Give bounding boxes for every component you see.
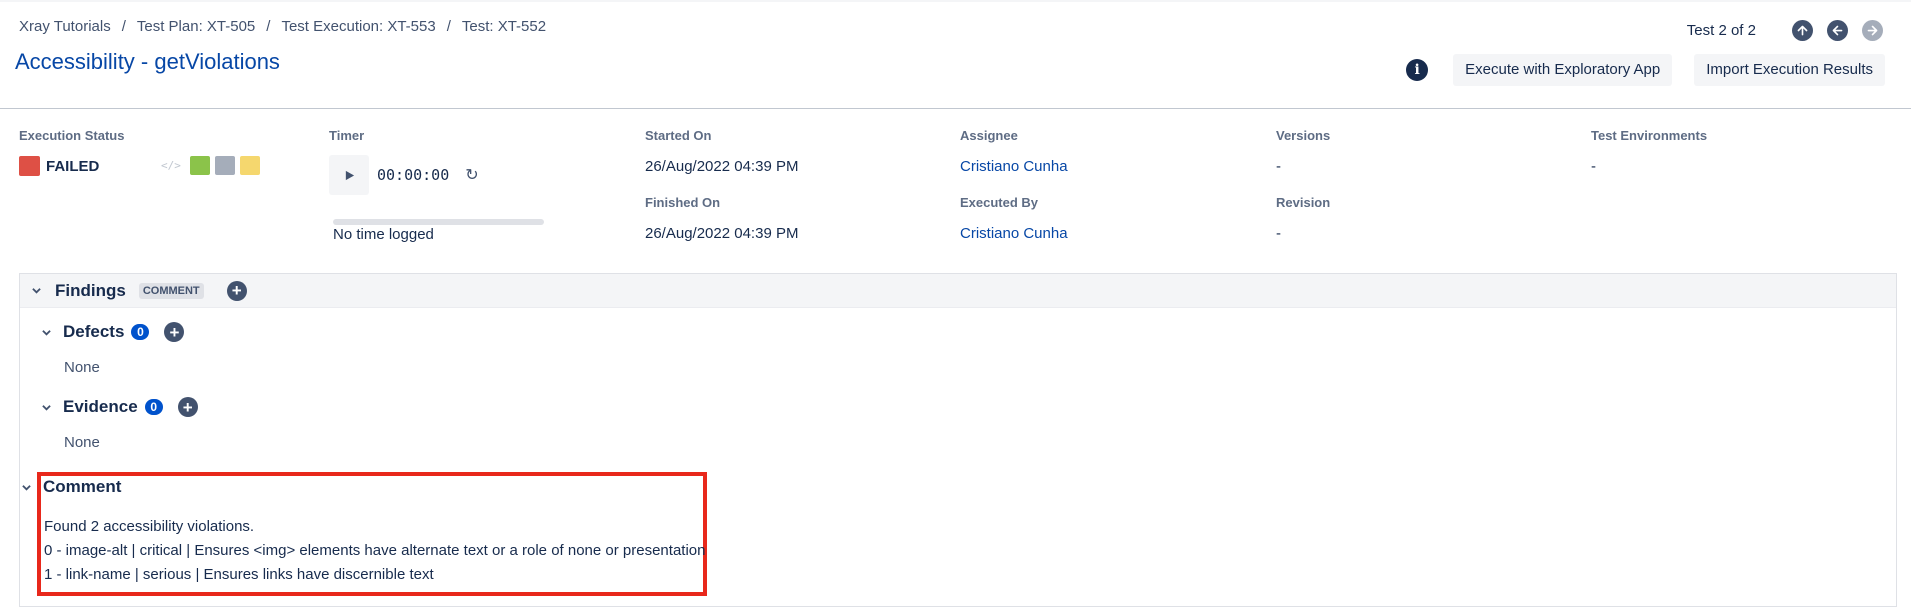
defects-header[interactable]: Defects 0 +	[39, 322, 185, 342]
finished-on-value: 26/Aug/2022 04:39 PM	[645, 225, 799, 242]
defects-body: None	[64, 359, 100, 376]
chevron-down-icon[interactable]	[39, 325, 53, 339]
test-counter: Test 2 of 2	[1686, 22, 1756, 39]
evidence-count-badge: 0	[144, 399, 163, 415]
findings-header[interactable]: Findings COMMENT +	[20, 274, 1896, 308]
time-logged-bar	[333, 219, 544, 225]
code-icon: </>	[161, 159, 181, 172]
test-environments-field: Test Environments -	[1591, 128, 1891, 175]
breadcrumb-test[interactable]: Test: XT-552	[462, 18, 546, 35]
findings-title: Findings	[55, 280, 126, 300]
executed-by-label: Executed By	[960, 195, 1039, 210]
chevron-down-icon[interactable]	[39, 400, 53, 414]
versions-field: Versions -	[1276, 128, 1576, 175]
execution-status-label: Execution Status	[19, 128, 125, 143]
defects-count-badge: 0	[131, 324, 150, 340]
breadcrumb-test-execution[interactable]: Test Execution: XT-553	[281, 18, 435, 35]
finished-on-field: Finished On 26/Aug/2022 04:39 PM	[645, 195, 945, 242]
timer-label: Timer	[329, 128, 365, 143]
breadcrumb-project[interactable]: Xray Tutorials	[19, 18, 111, 35]
chevron-down-icon[interactable]	[19, 480, 33, 494]
play-button[interactable]	[329, 155, 369, 195]
time-logged-text: No time logged	[333, 226, 434, 243]
status-value: FAILED	[46, 157, 100, 175]
breadcrumb-separator: /	[121, 18, 126, 35]
defects-title: Defects	[63, 322, 125, 341]
executed-by-value[interactable]: Cristiano Cunha	[960, 225, 1260, 242]
page-title: Accessibility - getViolations	[15, 49, 280, 74]
quick-status-options: </>	[161, 156, 260, 175]
add-finding-button[interactable]: +	[226, 280, 247, 301]
revision-field: Revision -	[1276, 195, 1576, 242]
comment-body: Found 2 accessibility violations. 0 - im…	[44, 515, 705, 587]
info-icon[interactable]: i	[1406, 59, 1429, 81]
arrow-left-icon[interactable]	[1827, 20, 1848, 41]
timer-value: 00:00:00	[377, 166, 450, 184]
status-color-swatch	[19, 156, 40, 176]
finished-on-label: Finished On	[645, 195, 721, 210]
status-option-executing[interactable]	[239, 156, 260, 175]
test-environments-label: Test Environments	[1591, 128, 1708, 143]
import-results-button[interactable]: Import Execution Results	[1694, 54, 1885, 86]
revision-label: Revision	[1276, 195, 1331, 210]
add-evidence-button[interactable]: +	[177, 397, 198, 417]
comment-line: Found 2 accessibility violations.	[44, 518, 255, 535]
timer-field: Timer 00:00:00 ↻ No time logged	[329, 128, 629, 243]
status-option-todo[interactable]	[214, 156, 235, 175]
top-border	[0, 0, 1911, 2]
assignee-value[interactable]: Cristiano Cunha	[960, 158, 1260, 175]
status-option-pass[interactable]	[189, 156, 210, 175]
execute-exploratory-button[interactable]: Execute with Exploratory App	[1453, 54, 1673, 86]
evidence-section: Evidence 0 + None	[39, 397, 198, 451]
chevron-down-icon[interactable]	[29, 284, 43, 298]
breadcrumb: Xray Tutorials / Test Plan: XT-505 / Tes…	[19, 18, 546, 35]
test-navigation: Test 2 of 2	[1687, 20, 1883, 41]
versions-label: Versions	[1276, 128, 1331, 143]
versions-value: -	[1276, 158, 1281, 175]
comment-line: 1 - link-name | serious | Ensures links …	[44, 566, 434, 583]
breadcrumb-separator: /	[266, 18, 271, 35]
arrow-up-icon[interactable]	[1792, 20, 1813, 41]
add-defect-button[interactable]: +	[164, 322, 185, 342]
executed-by-field: Executed By Cristiano Cunha	[960, 195, 1260, 242]
header-divider	[0, 108, 1911, 109]
comment-title: Comment	[43, 477, 122, 496]
breadcrumb-separator: /	[446, 18, 451, 35]
execution-status-field: Execution Status FAILED </>	[19, 128, 319, 176]
play-icon	[345, 170, 354, 180]
comment-header[interactable]: Comment	[19, 477, 705, 497]
defects-section: Defects 0 + None	[39, 322, 185, 376]
reset-icon[interactable]: ↻	[465, 165, 478, 185]
arrow-right-icon[interactable]	[1862, 20, 1883, 41]
breadcrumb-test-plan[interactable]: Test Plan: XT-505	[137, 18, 255, 35]
evidence-title: Evidence	[63, 397, 138, 416]
comment-line: 0 - image-alt | critical | Ensures <img>…	[44, 542, 706, 559]
comment-section: Comment Found 2 accessibility violations…	[19, 477, 705, 587]
started-on-value: 26/Aug/2022 04:39 PM	[645, 158, 799, 175]
assignee-field: Assignee Cristiano Cunha	[960, 128, 1260, 175]
evidence-body: None	[64, 434, 100, 451]
header-actions: i Execute with Exploratory App Import Ex…	[1406, 54, 1885, 86]
started-on-label: Started On	[645, 128, 712, 143]
test-environments-value: -	[1591, 158, 1596, 175]
findings-comment-lozenge: COMMENT	[138, 282, 204, 299]
assignee-label: Assignee	[960, 128, 1018, 143]
started-on-field: Started On 26/Aug/2022 04:39 PM	[645, 128, 945, 175]
timer-controls: 00:00:00 ↻	[329, 155, 479, 195]
revision-value: -	[1276, 225, 1281, 242]
status-dropdown[interactable]: FAILED	[19, 156, 99, 176]
evidence-header[interactable]: Evidence 0 +	[39, 397, 198, 417]
